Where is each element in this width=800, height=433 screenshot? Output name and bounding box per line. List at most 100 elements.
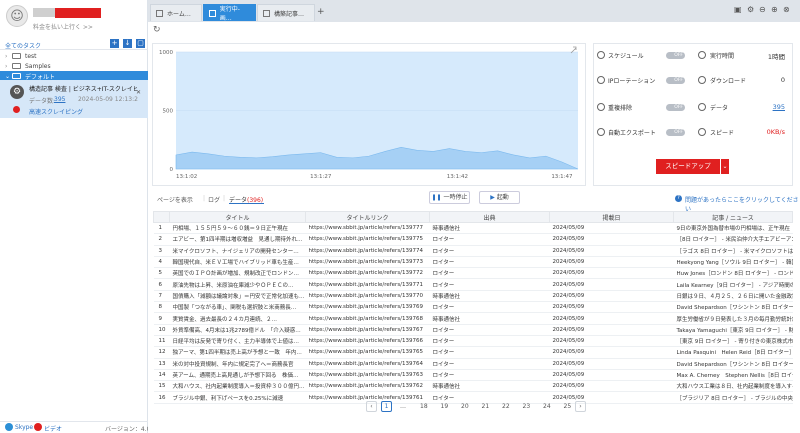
- prev-page-button[interactable]: ‹: [366, 401, 377, 412]
- page-number[interactable]: 24: [543, 403, 551, 410]
- table-cell: ロイター: [429, 391, 550, 404]
- table-row[interactable]: 16 ブラジル中銀、利下げペースを0.25%に減速 https://www.sbbi…: [153, 391, 793, 404]
- table-cell: https://www.sbbit.jp/article/refers/1397…: [305, 233, 430, 246]
- table-row[interactable]: 1 円相場、１５５円５９～６０銭＝９日正午現在 https://www.sbbit.…: [153, 222, 793, 235]
- page-number[interactable]: 21: [482, 403, 490, 410]
- next-page-button[interactable]: ›: [575, 401, 586, 412]
- table-cell: Takaya Yamaguchi［東京 9日 ロイター］ - 財…: [673, 324, 793, 336]
- column-header[interactable]: 出典: [429, 211, 550, 223]
- table-row[interactable]: 6 原油先物は上昇、米原油在庫減少やＯＰＥＣの… https://www.sbbit…: [153, 278, 793, 291]
- column-header[interactable]: [153, 211, 170, 223]
- upgrade-link[interactable]: 料金を払い上行く >>: [33, 22, 93, 31]
- tab-page-view[interactable]: ページを表示: [157, 195, 193, 204]
- table-cell: https://www.sbbit.jp/article/refers/1397…: [305, 278, 430, 291]
- table-row[interactable]: 14 英アーム、通期売上高見通しが予想下回る 株価… https://www.sbb…: [153, 369, 793, 382]
- page-first[interactable]: 1: [381, 401, 392, 412]
- timer-icon: [698, 51, 706, 59]
- table-row[interactable]: 10 外貨準備高、4月末は1兆2789億ドル 「介入疑惑… https://www.…: [153, 324, 793, 336]
- speed-value: 0KB/s: [766, 128, 785, 136]
- table-cell: https://www.sbbit.jp/article/refers/1397…: [305, 245, 430, 257]
- page-icon: [209, 9, 216, 17]
- table-row[interactable]: 7 国債購入「減額は議論対象」＝円安で正常化加速も… https://www.sbb…: [153, 290, 793, 303]
- ip-rotation-toggle[interactable]: OFF: [666, 77, 685, 84]
- help-icon[interactable]: ?: [675, 195, 682, 202]
- column-header[interactable]: 掲載日: [549, 211, 674, 223]
- speed-up-button[interactable]: スピードアップ: [656, 159, 720, 174]
- pause-button[interactable]: ❚❚ 一時停止: [429, 191, 470, 204]
- page-number[interactable]: 25: [564, 403, 572, 410]
- video-icon[interactable]: [34, 423, 42, 431]
- y-tick-label: 1000: [159, 50, 173, 56]
- table-cell: 8: [153, 301, 170, 314]
- tab-log[interactable]: ログ: [208, 195, 220, 204]
- refresh-icon[interactable]: ↻: [153, 25, 161, 35]
- dedupe-toggle[interactable]: OFF: [666, 104, 685, 111]
- avatar[interactable]: ☺: [6, 5, 28, 27]
- table-row[interactable]: 2 エアビー、第1四半期は増収増益 見通し期待外れ… https://www.sbb…: [153, 233, 793, 246]
- table-row[interactable]: 12 独アーマ、第1四半期は売上高が予想と一致 年内… https://www.sb…: [153, 346, 793, 359]
- page-number[interactable]: 20: [461, 403, 469, 410]
- column-header[interactable]: タイトル: [169, 211, 306, 223]
- table-row[interactable]: 4 韓国現代自、米ＥＶ工場でハイブリッド車も生産… https://www.sbbi…: [153, 256, 793, 269]
- settings-icon[interactable]: ⚙: [747, 5, 754, 14]
- all-tasks-label[interactable]: 全てのタスク: [5, 41, 41, 50]
- skype-link[interactable]: Skype: [15, 424, 33, 431]
- table-row[interactable]: 15 大和ハウス、社内起業制度導入＝投資枠３００億円… https://www.sb…: [153, 380, 793, 393]
- data-icon: [698, 103, 706, 111]
- table-cell: Huw Jones［ロンドン 8日 ロイター］ - ロンドン証…: [673, 267, 793, 280]
- table-cell: ロイター: [429, 369, 550, 382]
- table-cell: 2024/05/09: [549, 324, 674, 336]
- start-button[interactable]: ▶ 起動: [479, 191, 520, 204]
- tree-folder-samples[interactable]: › Samples: [0, 61, 148, 71]
- window-close-icon[interactable]: ⊗: [783, 5, 790, 14]
- page-number[interactable]: 23: [523, 403, 531, 410]
- table-cell: https://www.sbbit.jp/article/refers/1397…: [305, 358, 430, 370]
- download-value: 0: [780, 76, 785, 84]
- table-cell: 2024/05/09: [549, 290, 674, 303]
- chevron-right-icon: ›: [5, 62, 8, 70]
- schedule-toggle[interactable]: OFF: [666, 52, 685, 59]
- schedule-label: スケジュール: [608, 53, 644, 60]
- user-badge: [55, 8, 101, 18]
- pin-icon[interactable]: ▣: [734, 5, 742, 14]
- table-row[interactable]: 8 中国製「つながる車」、関税も選択肢と米商務長… https://www.sbbi…: [153, 301, 793, 314]
- new-folder-icon[interactable]: ▢: [136, 39, 145, 48]
- new-task-icon[interactable]: +: [110, 39, 119, 48]
- data-value[interactable]: 395: [725, 103, 785, 111]
- table-cell: 実質賃金、過去最長の２４カ月連続、２…: [169, 312, 306, 325]
- auto-export-toggle[interactable]: OFF: [666, 129, 685, 136]
- tab-running[interactable]: 実行中-画…: [203, 4, 256, 22]
- table-row[interactable]: 3 米マイクロソフト、ナイジェリアの開発センター… https://www.sbbi…: [153, 245, 793, 257]
- page-number[interactable]: 22: [502, 403, 510, 410]
- export-icon[interactable]: ↓: [123, 39, 132, 48]
- video-link[interactable]: ビデオ: [44, 424, 62, 433]
- column-header[interactable]: 記事 / ニュース: [673, 211, 793, 223]
- page-number[interactable]: 18: [420, 403, 428, 410]
- task-status: 高速スクレイピング: [29, 109, 84, 116]
- table-cell: 2024/05/09: [549, 256, 674, 269]
- tree-folder-test[interactable]: › test: [0, 51, 148, 61]
- task-count[interactable]: 395: [54, 96, 65, 103]
- table-cell: ［ブラジリア 8日 ロイター］ - ブラジルの中央銀行…: [673, 391, 793, 404]
- page-ellipsis[interactable]: …: [400, 403, 406, 410]
- minimize-icon[interactable]: ⊖: [759, 5, 766, 14]
- tab-home[interactable]: ホーム…: [150, 4, 202, 21]
- table-cell: ロイター: [429, 358, 550, 370]
- tab-label: 構築記事…: [274, 10, 305, 18]
- chevron-down-icon[interactable]: ⌄: [721, 159, 729, 174]
- add-tab-icon[interactable]: +: [317, 7, 325, 17]
- table-cell: 9: [153, 312, 170, 325]
- table-row[interactable]: 11 日経平均は反発で寄り付く、主力半導体で上値は… https://www.sbb…: [153, 335, 793, 348]
- page-number[interactable]: 19: [441, 403, 449, 410]
- maximize-icon[interactable]: ⊕: [771, 5, 778, 14]
- skype-icon[interactable]: [5, 423, 13, 431]
- table-row[interactable]: 9 実質賃金、過去最長の２４カ月連続、２… https://www.sbbit.jp…: [153, 312, 793, 325]
- column-header[interactable]: タイトルリンク: [305, 211, 430, 223]
- close-icon[interactable]: ✕: [136, 89, 141, 96]
- table-row[interactable]: 13 米の対中投資規制、年内に規定完了へ＝商務長官 https://www.sbbi…: [153, 358, 793, 370]
- table-cell: 時事通信社: [429, 380, 550, 393]
- table-cell: ロイター: [429, 245, 550, 257]
- table-row[interactable]: 5 英国でのＩＰＯ計画が増加、規制改正でロンドン… https://www.sbbi…: [153, 267, 793, 280]
- tab-editor[interactable]: 構築記事…: [257, 4, 315, 21]
- table-cell: 4: [153, 256, 170, 269]
